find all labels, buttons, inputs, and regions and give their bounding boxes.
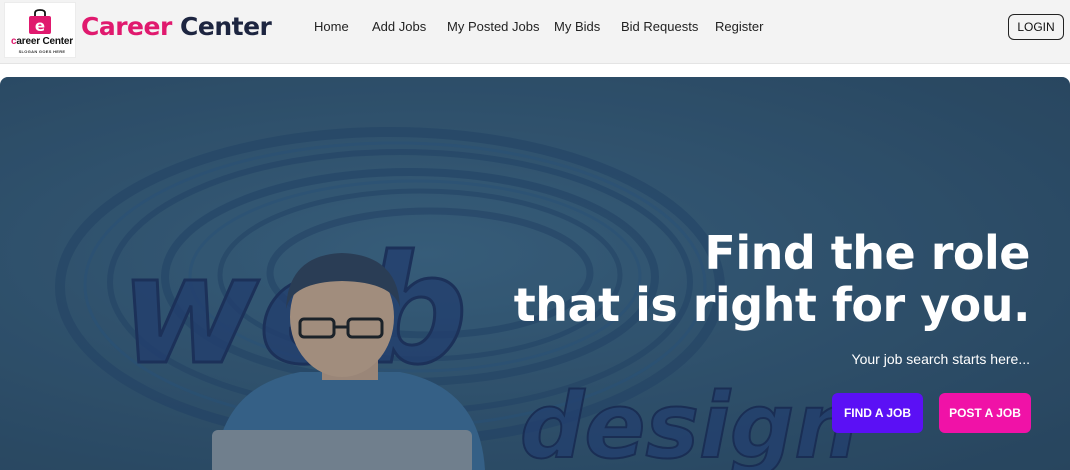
hero-title-line1: Find the role xyxy=(704,226,1030,280)
nav-add-jobs[interactable]: Add Jobs xyxy=(372,19,426,34)
nav-my-posted-jobs[interactable]: My Posted Jobs xyxy=(447,19,540,34)
nav-register[interactable]: Register xyxy=(715,19,763,34)
logo-text-rest: areer Center xyxy=(16,36,73,47)
top-navbar: e career Center SLOGAN GOES HERE Career … xyxy=(0,0,1070,64)
logo-slogan: SLOGAN GOES HERE xyxy=(18,49,66,54)
brand-title[interactable]: Career Center xyxy=(81,12,272,41)
logo[interactable]: e career Center SLOGAN GOES HERE xyxy=(4,2,76,58)
nav-home[interactable]: Home xyxy=(314,19,349,34)
brand-part2: Center xyxy=(180,12,272,41)
hero-subtitle: Your job search starts here... xyxy=(851,351,1030,367)
brand-part1: Career xyxy=(81,12,172,41)
post-job-button[interactable]: POST A JOB xyxy=(939,393,1031,433)
nav-bid-requests[interactable]: Bid Requests xyxy=(621,19,698,34)
find-job-button[interactable]: FIND A JOB xyxy=(832,393,923,433)
nav-my-bids[interactable]: My Bids xyxy=(554,19,600,34)
logo-text: career Center xyxy=(8,36,76,47)
login-button[interactable]: LOGIN xyxy=(1008,14,1064,40)
shopping-bag-icon: e xyxy=(29,9,51,35)
logo-bag-letter: e xyxy=(35,17,45,35)
hero-title-line2: that is right for you. xyxy=(513,278,1031,332)
hero-banner: web design Find the role that is right f… xyxy=(0,77,1070,470)
hero-title: Find the role that is right for you. xyxy=(513,226,1031,332)
